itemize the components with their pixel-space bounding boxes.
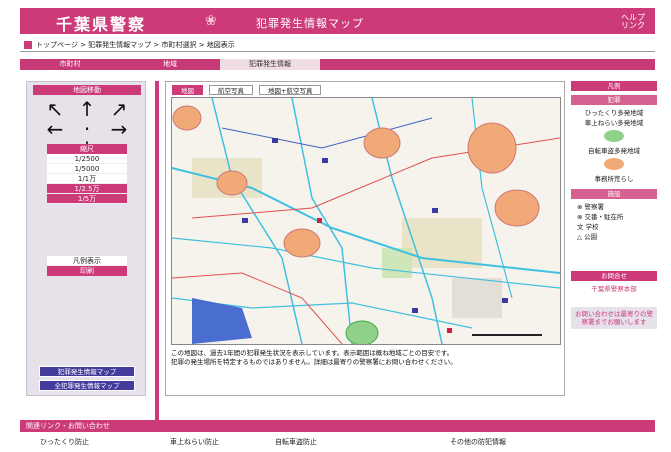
app-title: 犯罪発生情報マップ bbox=[256, 17, 364, 30]
zoom-box: 縮尺 1/2500 1/5000 1/1万 1/2.5万 1/5万 bbox=[47, 144, 127, 204]
legend-facility-label: 交番・駐在所 bbox=[584, 213, 624, 221]
breadcrumb-icon bbox=[24, 41, 32, 49]
note-line: 犯罪の発生場所を特定するものではありません。詳細は最寄りの警察署にお問い合わせく… bbox=[171, 358, 457, 366]
header: 千葉県警察 ❀ 犯罪発生情報マップ ヘルプ リンク bbox=[20, 8, 655, 34]
all-crime-map-button[interactable]: 全犯罪発生情報マップ bbox=[39, 380, 135, 391]
map-tab-map[interactable]: 地図 bbox=[172, 85, 203, 95]
breadcrumb-text[interactable]: トップページ > 犯罪発生情報マップ > 市町村選択 > 地図表示 bbox=[36, 41, 235, 49]
legend-toggle[interactable]: 凡例表示 bbox=[47, 256, 127, 266]
move-w-icon[interactable]: ← bbox=[39, 119, 71, 139]
legend-item: 事務所荒らし bbox=[594, 175, 634, 183]
flower-icon: ❀ bbox=[205, 13, 217, 29]
footer-title: 関連リンク・お問い合わせ bbox=[20, 420, 655, 432]
legend-panel: 凡例 犯罪 ひったくり多発地域 車上ねらい多発地域 自転車盗多発地域 事務所荒ら… bbox=[571, 81, 657, 396]
zoom-title: 縮尺 bbox=[47, 144, 127, 154]
legend-contact-title: お問合せ bbox=[571, 271, 657, 281]
zoom-item[interactable]: 1/2500 bbox=[47, 154, 127, 164]
tab-region[interactable]: 地域 bbox=[140, 59, 200, 70]
legend-swatch-orange bbox=[571, 157, 657, 173]
map-area: 地図 航空写真 地図+航空写真 この地図は、過去1年間の犯罪発生状況を表示してい… bbox=[165, 81, 565, 396]
divider bbox=[155, 81, 159, 426]
tab-municipality[interactable]: 市町村 bbox=[40, 59, 100, 70]
legend-facility: ⊗ 交番・駐在所 bbox=[577, 213, 624, 221]
move-n-icon[interactable]: ↑ bbox=[71, 99, 103, 119]
move-ne-icon[interactable]: ↗ bbox=[103, 99, 135, 119]
zoom-item-selected[interactable]: 1/2.5万 bbox=[47, 184, 127, 194]
legend-title: 凡例 bbox=[571, 81, 657, 91]
legend-item: ひったくり多発地域 bbox=[584, 109, 644, 117]
move-e-icon[interactable]: → bbox=[103, 119, 135, 139]
breadcrumb: トップページ > 犯罪発生情報マップ > 市町村選択 > 地図表示 bbox=[20, 38, 655, 52]
extra-box: 凡例表示 印刷 bbox=[47, 256, 127, 276]
legend-facility-label: 警察署 bbox=[584, 203, 605, 211]
note-line: この地図は、過去1年間の犯罪発生状況を表示しています。表示範囲は概ね地域ごとの目… bbox=[171, 349, 454, 357]
footer-link[interactable]: 車上ねらい防止 bbox=[170, 436, 219, 448]
contact-link[interactable]: 千葉県警察本部 bbox=[571, 285, 657, 293]
footer-link[interactable]: その他の防犯情報 bbox=[450, 436, 506, 448]
print-button[interactable]: 印刷 bbox=[47, 266, 127, 276]
contact-note[interactable]: お問い合わせは最寄りの警察署までお願いします bbox=[571, 307, 657, 329]
legend-facility: 文 学校 bbox=[577, 223, 599, 231]
footer-link[interactable]: 自転車盗防止 bbox=[275, 436, 317, 448]
map-tabs: 地図 航空写真 地図+航空写真 bbox=[172, 85, 327, 95]
legend-facility-title: 施設 bbox=[571, 189, 657, 199]
legend-swatch-green bbox=[571, 129, 657, 145]
map-tab-aerial[interactable]: 航空写真 bbox=[209, 85, 253, 95]
legend-item: 自転車盗多発地域 bbox=[588, 147, 640, 155]
map-notes: この地図は、過去1年間の犯罪発生状況を表示しています。表示範囲は概ね地域ごとの目… bbox=[171, 349, 561, 367]
legend-facility: △ 公園 bbox=[577, 233, 598, 241]
zoom-item[interactable]: 1/1万 bbox=[47, 174, 127, 184]
legend-facility-label: 公園 bbox=[584, 233, 598, 241]
move-nw-icon[interactable]: ↖ bbox=[39, 99, 71, 119]
legend-facility-label: 学校 bbox=[585, 223, 599, 231]
legend-item: 車上ねらい多発地域 bbox=[584, 119, 644, 127]
zoom-item[interactable]: 1/5万 bbox=[47, 194, 127, 204]
tab-crime-info[interactable]: 犯罪発生情報 bbox=[220, 59, 320, 70]
logo[interactable]: 千葉県警察 bbox=[56, 11, 146, 35]
map-canvas[interactable] bbox=[171, 97, 561, 345]
crime-map-button[interactable]: 犯罪発生情報マップ bbox=[39, 366, 135, 377]
zoom-item[interactable]: 1/5000 bbox=[47, 164, 127, 174]
move-center-icon: · bbox=[83, 117, 91, 141]
footer-links: ひったくり防止 車上ねらい防止 自転車盗防止 その他の防犯情報 bbox=[20, 436, 655, 448]
map-tab-hybrid[interactable]: 地図+航空写真 bbox=[259, 85, 322, 95]
main-tabs: 市町村 地域 犯罪発生情報 bbox=[20, 59, 655, 70]
legend-facility: ⊗ 警察署 bbox=[577, 203, 605, 211]
side-panel: 地図移動 ↖↑↗ ←·→ ↙↓↘ 縮尺 1/2500 1/5000 1/1万 1… bbox=[26, 81, 146, 396]
move-title: 地図移動 bbox=[33, 85, 141, 95]
legend-crime-title: 犯罪 bbox=[571, 95, 657, 105]
link-link[interactable]: リンク bbox=[621, 22, 645, 30]
footer-link[interactable]: ひったくり防止 bbox=[40, 436, 89, 448]
map-image[interactable] bbox=[172, 98, 560, 344]
help-links[interactable]: ヘルプ リンク bbox=[621, 14, 645, 30]
